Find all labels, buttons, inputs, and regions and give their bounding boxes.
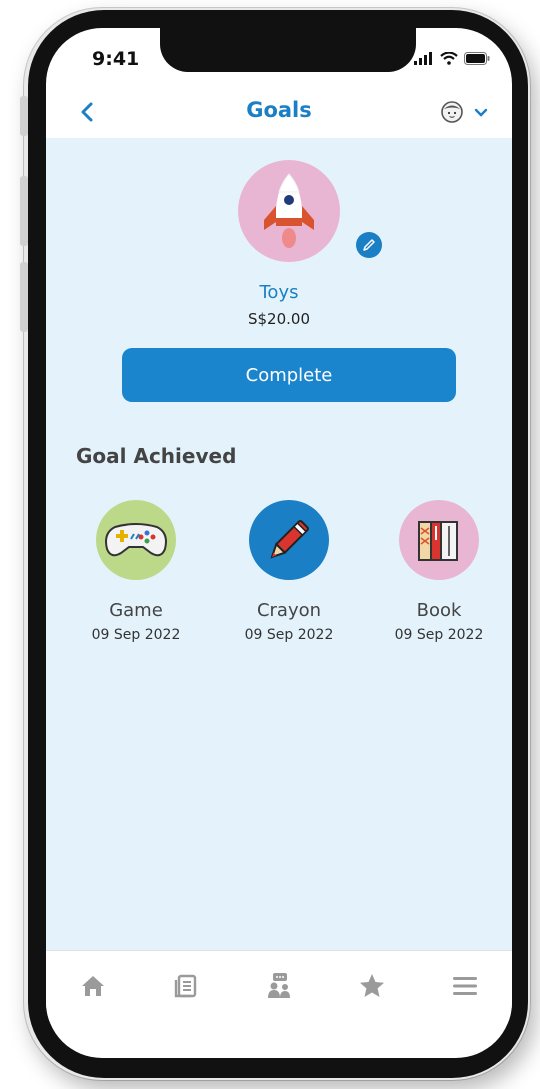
achieved-item-crayon[interactable]: Crayon 09 Sep 2022 bbox=[214, 500, 364, 643]
achieved-name: Book bbox=[416, 600, 462, 621]
books-icon bbox=[418, 521, 458, 561]
wifi-icon bbox=[440, 52, 458, 65]
phone-volume-up bbox=[20, 176, 28, 246]
achieved-item-game[interactable]: Game 09 Sep 2022 bbox=[61, 500, 211, 643]
menu-icon bbox=[453, 977, 478, 995]
rocket-icon bbox=[264, 173, 314, 248]
goal-name: Toys bbox=[259, 282, 299, 303]
achieved-name: Game bbox=[109, 600, 163, 621]
goal-avatar bbox=[238, 160, 340, 262]
nav-favorites[interactable] bbox=[352, 966, 392, 1006]
crayon-icon bbox=[270, 520, 309, 559]
achieved-icon-crayon bbox=[249, 500, 329, 580]
achieved-item-book[interactable]: Book 09 Sep 2022 bbox=[364, 500, 512, 643]
achieved-date: 09 Sep 2022 bbox=[394, 627, 484, 643]
goal-amount: S$20.00 bbox=[247, 310, 310, 328]
section-title-goal-achieved: Goal Achieved bbox=[76, 444, 237, 468]
people-chat-icon bbox=[267, 973, 290, 998]
home-icon bbox=[81, 976, 104, 996]
status-time: 9:41 bbox=[92, 48, 140, 70]
profile-switcher[interactable] bbox=[440, 100, 488, 124]
nav-home[interactable] bbox=[73, 966, 113, 1006]
phone-mute-switch bbox=[20, 96, 28, 136]
gamepad-icon bbox=[105, 523, 167, 557]
nav-community[interactable] bbox=[259, 966, 299, 1006]
nav-menu[interactable] bbox=[445, 966, 485, 1006]
phone-volume-down bbox=[20, 262, 28, 332]
news-icon bbox=[174, 974, 196, 998]
nav-news[interactable] bbox=[166, 966, 206, 1006]
achieved-icon-game bbox=[96, 500, 176, 580]
achieved-date: 09 Sep 2022 bbox=[91, 627, 181, 643]
notch bbox=[160, 28, 416, 72]
child-face-icon bbox=[441, 101, 463, 123]
bottom-nav bbox=[46, 950, 512, 1021]
signal-icon bbox=[414, 52, 432, 65]
status-icons bbox=[414, 52, 490, 65]
achieved-date: 09 Sep 2022 bbox=[244, 627, 334, 643]
complete-button[interactable]: Complete bbox=[122, 348, 456, 402]
chevron-down-icon bbox=[474, 108, 488, 117]
pencil-icon bbox=[363, 239, 375, 251]
phone-screen: 9:41 Goals Toys S$20.00 Complete Goal Ac… bbox=[46, 28, 512, 1058]
battery-icon bbox=[464, 52, 490, 65]
edit-goal-button[interactable] bbox=[356, 232, 382, 258]
app-header: Goals bbox=[46, 88, 512, 138]
achieved-icon-book bbox=[399, 500, 479, 580]
goal-content: Toys S$20.00 Complete Goal Achieved Game… bbox=[46, 138, 512, 950]
achieved-name: Crayon bbox=[256, 600, 322, 621]
star-icon bbox=[360, 974, 385, 997]
